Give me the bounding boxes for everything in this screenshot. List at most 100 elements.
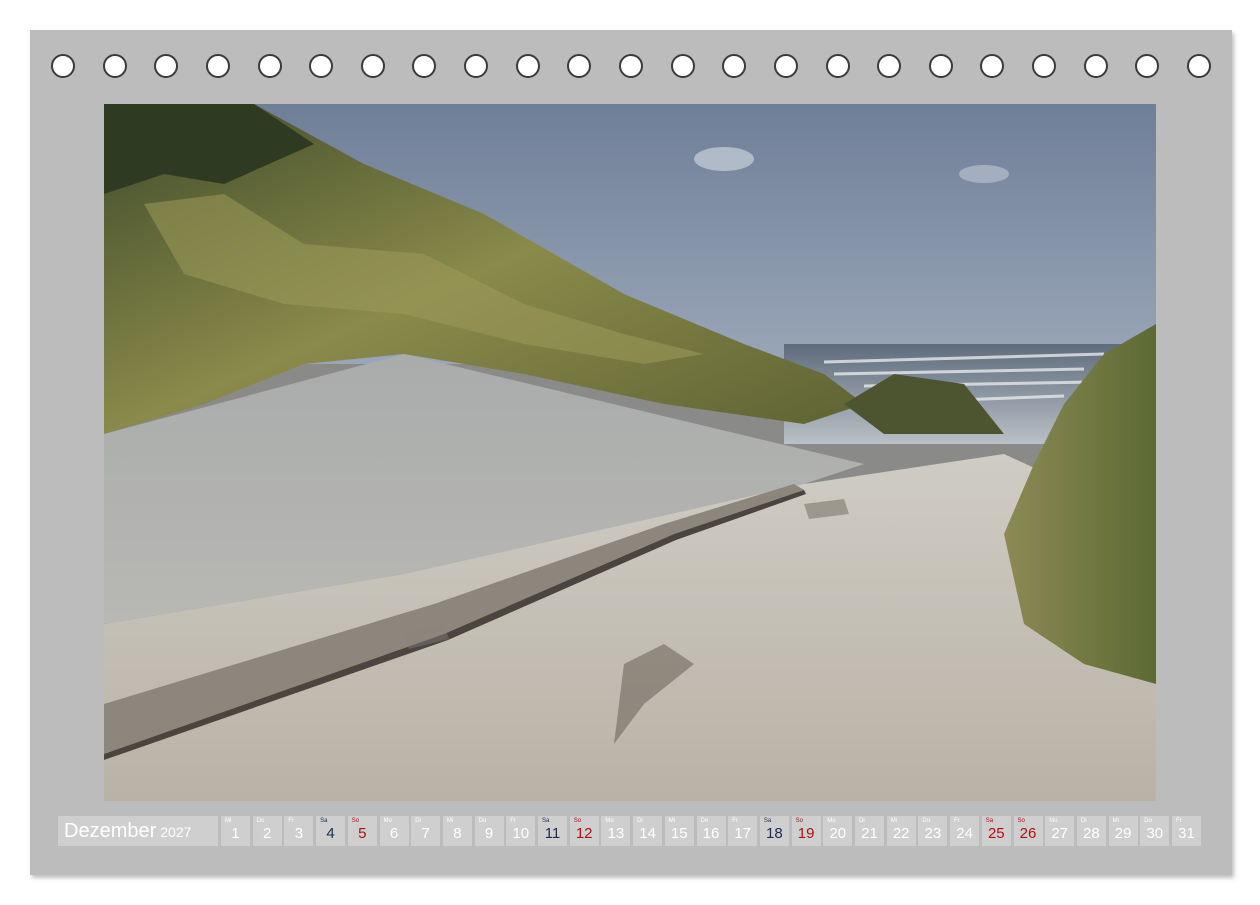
binding-hole <box>1032 54 1057 78</box>
weekday-label: Sa <box>985 818 994 824</box>
day-number: 24 <box>956 825 973 842</box>
weekday-label: So <box>795 818 803 824</box>
day-cell: Di 7 <box>411 816 441 846</box>
day-cell: Do 9 <box>474 816 504 846</box>
day-cell: So 26 <box>1013 816 1043 846</box>
day-number: 9 <box>484 825 494 842</box>
day-cell: Mo 13 <box>601 816 631 846</box>
day-cell: Di 28 <box>1076 816 1106 846</box>
day-cell: Mi 22 <box>886 816 916 846</box>
binding-hole <box>205 54 230 78</box>
weekday-label: Sa <box>320 818 328 824</box>
day-cell: Do 23 <box>918 816 948 846</box>
binding-hole <box>360 54 385 78</box>
day-number: 15 <box>670 825 688 842</box>
day-cell: Fr 31 <box>1172 816 1201 846</box>
weekday-label: So <box>351 818 360 824</box>
day-number: 28 <box>1083 825 1100 842</box>
day-cell: Sa 25 <box>981 816 1011 846</box>
weekday-label: Di <box>637 818 643 824</box>
day-cell: Fr 10 <box>506 816 536 846</box>
day-cell: So 19 <box>791 816 821 846</box>
day-cell: So 5 <box>347 816 377 846</box>
day-cell: Mi 29 <box>1108 816 1138 846</box>
binding-hole <box>825 54 850 78</box>
day-number: 11 <box>544 825 561 842</box>
day-cell: Mi 1 <box>221 816 250 846</box>
weekday-label: Mo <box>1049 818 1058 824</box>
weekday-label: Fr <box>954 818 960 824</box>
binding-hole <box>102 54 127 78</box>
binding-hole <box>1187 54 1211 78</box>
day-cell: Di 21 <box>855 816 884 846</box>
day-number: 26 <box>1019 825 1037 842</box>
day-cell: Do 30 <box>1140 816 1170 846</box>
day-number: 31 <box>1178 825 1195 842</box>
weekday-label: Fr <box>1176 818 1182 824</box>
weekday-label: Mi <box>446 818 454 824</box>
calendar-strip: Dezember 2027 Mi 1 Do 2 Fr 3 Sa 4 So 5 Mo 6 Di 7 Mi 8 Do 9… <box>58 816 1204 846</box>
binding-hole <box>722 54 747 78</box>
weekday-label: Di <box>1080 818 1087 824</box>
day-number: 7 <box>421 825 430 842</box>
day-number: 25 <box>987 825 1005 842</box>
day-number: 4 <box>326 825 335 842</box>
weekday-label: Fr <box>510 818 516 824</box>
weekday-label: Do <box>1144 818 1152 824</box>
weekday-label: Fr <box>288 818 295 824</box>
day-cell: Fr 3 <box>284 816 314 846</box>
day-cell: Di 14 <box>633 816 663 846</box>
weekday-label: Mi <box>668 818 676 824</box>
day-number: 27 <box>1051 825 1069 842</box>
day-number: 29 <box>1114 825 1132 842</box>
weekday-label: So <box>573 818 582 824</box>
weekday-label: Mo <box>605 818 614 824</box>
binding-hole <box>1083 54 1108 78</box>
day-number: 2 <box>263 825 272 842</box>
binding-hole <box>670 54 695 78</box>
calendar-page: Dezember 2027 Mi 1 Do 2 Fr 3 Sa 4 So 5 Mo 6 Di 7 Mi 8 Do 9… <box>30 30 1232 875</box>
weekday-label: Do <box>256 818 265 824</box>
day-number: 21 <box>861 825 878 842</box>
day-number: 1 <box>231 825 240 842</box>
day-number: 16 <box>702 825 720 842</box>
month-label: Dezember 2027 <box>58 816 218 846</box>
day-cell: Fr 17 <box>728 816 758 846</box>
day-cell: Sa 18 <box>759 816 789 846</box>
binding-hole <box>464 54 489 78</box>
day-cell: Do 2 <box>252 816 282 846</box>
weekday-label: Do <box>478 818 487 824</box>
weekday-label: Di <box>415 818 421 824</box>
weekday-label: Di <box>859 818 865 824</box>
weekday-label: Mi <box>1112 818 1119 824</box>
day-number: 19 <box>797 825 815 842</box>
year: 2027 <box>160 824 192 840</box>
binding-hole <box>1135 54 1160 78</box>
day-number: 22 <box>892 825 910 842</box>
binding-hole <box>619 54 643 78</box>
beach-path-through-dunes-image <box>104 104 1156 801</box>
day-number: 3 <box>294 825 304 842</box>
day-number: 13 <box>607 825 625 842</box>
day-number: 20 <box>829 825 847 842</box>
weekday-label: Mo <box>827 818 836 824</box>
binding-hole <box>980 54 1005 78</box>
binding-hole <box>928 54 953 78</box>
month-name: Dezember <box>64 820 157 842</box>
day-cell: Do 16 <box>696 816 726 846</box>
weekday-label: Mi <box>225 818 232 824</box>
binding-hole <box>154 54 179 78</box>
binding-hole <box>567 54 592 78</box>
weekday-label: Sa <box>763 818 772 824</box>
day-number: 30 <box>1146 825 1164 842</box>
spiral-binding-holes <box>51 54 1211 80</box>
day-number: 12 <box>575 825 593 842</box>
binding-hole <box>51 54 75 78</box>
weekday-label: Do <box>700 818 709 824</box>
day-number: 10 <box>512 825 530 842</box>
day-cell: Mo 27 <box>1045 816 1075 846</box>
day-number: 17 <box>734 825 752 842</box>
binding-hole <box>257 54 282 78</box>
weekday-label: Mi <box>890 818 898 824</box>
day-number: 23 <box>924 825 942 842</box>
